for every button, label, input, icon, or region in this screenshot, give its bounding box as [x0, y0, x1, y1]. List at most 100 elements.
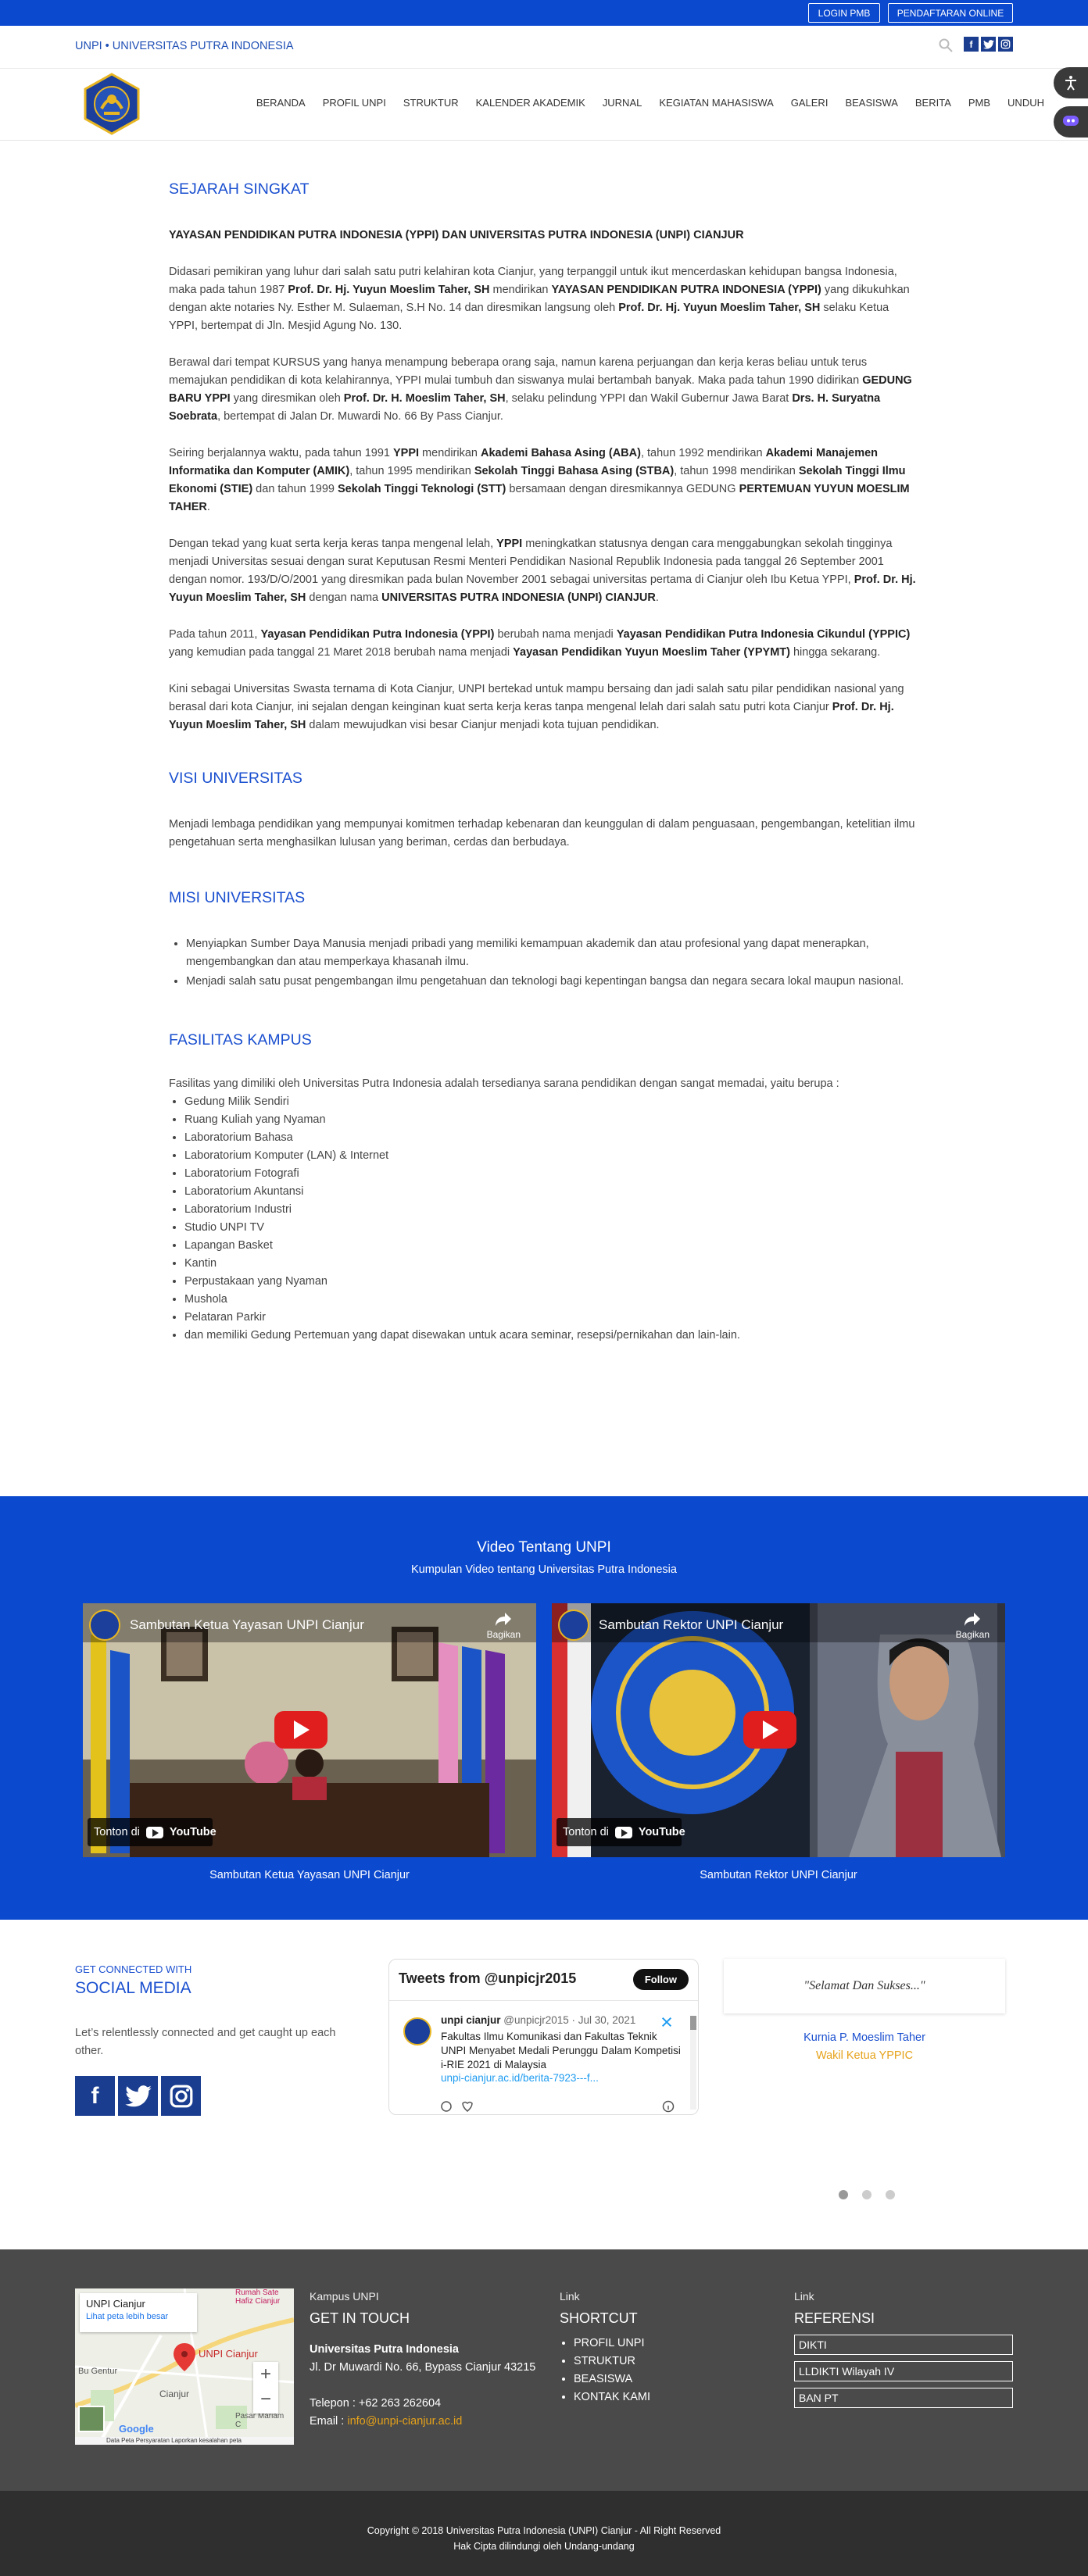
- nav-item[interactable]: STRUKTUR: [403, 97, 459, 109]
- watch-on-youtube[interactable]: Tonton di YouTube: [94, 1826, 217, 1838]
- carousel-dot[interactable]: [886, 2190, 895, 2199]
- video-section-subtitle: Kumpulan Video tentang Universitas Putra…: [411, 1563, 677, 1576]
- follow-button[interactable]: Follow: [632, 1969, 689, 1990]
- twitter-timeline-widget[interactable]: Tweets from @unpicjr2015 Follow unpi cia…: [388, 1959, 699, 2115]
- channel-avatar[interactable]: [558, 1610, 589, 1641]
- share-button[interactable]: Bagikan: [487, 1611, 521, 1640]
- nav-item[interactable]: GALERI: [791, 97, 829, 109]
- nav-item[interactable]: JURNAL: [603, 97, 642, 109]
- share-icon: [965, 1613, 981, 1626]
- social-media-heading: SOCIAL MEDIA: [75, 1979, 191, 1997]
- map-satellite-toggle[interactable]: [78, 2406, 105, 2432]
- footer-contact-heading: GET IN TOUCH: [310, 2310, 410, 2326]
- carousel-dot[interactable]: [862, 2190, 871, 2199]
- tweet-link[interactable]: unpi-cianjur.ac.id/berita-7923---f...: [441, 2072, 599, 2084]
- instagram-icon[interactable]: [161, 2076, 201, 2116]
- fasilitas-item: Perpustakaan yang Nyaman: [184, 1273, 919, 1291]
- nav-item[interactable]: KEGIATAN MAHASISWA: [659, 97, 773, 109]
- pendaftaran-online-button[interactable]: PENDAFTARAN ONLINE: [888, 3, 1013, 23]
- video-section-title: Video Tentang UNPI: [477, 1539, 611, 1556]
- google-map-embed[interactable]: UNPI Cianjur Lihat peta lebih besar UNPI…: [75, 2288, 294, 2445]
- map-pin-label: UNPI Cianjur: [199, 2348, 258, 2360]
- fasilitas-item: Laboratorium Industri: [184, 1201, 919, 1219]
- carousel-dot[interactable]: [839, 2190, 848, 2199]
- fasilitas-item: Gedung Milik Sendiri: [184, 1093, 919, 1111]
- chat-widget-button[interactable]: [1054, 106, 1088, 138]
- google-logo: Google: [119, 2423, 154, 2435]
- twitter-icon[interactable]: [981, 37, 996, 52]
- footer-email-link[interactable]: info@unpi-cianjur.ac.id: [347, 2415, 462, 2428]
- fasilitas-item: dan memiliki Gedung Pertemuan yang dapat…: [184, 1327, 919, 1345]
- info-icon[interactable]: [662, 2100, 675, 2113]
- footer-shortcut-link[interactable]: KONTAK KAMI: [574, 2388, 732, 2406]
- twitter-widget-header: Tweets from @unpicjr2015: [399, 1970, 577, 1986]
- twitter-bird-icon: [661, 2017, 672, 2028]
- copyright-text: Copyright © 2018 Universitas Putra Indon…: [367, 2525, 721, 2536]
- get-connected-label: GET CONNECTED WITH: [75, 1963, 192, 1975]
- nav-item[interactable]: BERITA: [915, 97, 951, 109]
- tweet-author[interactable]: unpi cianjur: [441, 2014, 501, 2026]
- search-icon[interactable]: [938, 38, 954, 53]
- footer-ref-heading: REFERENSI: [794, 2310, 875, 2326]
- video-player-rektor[interactable]: Sambutan Rektor UNPI Cianjur Bagikan Ton…: [552, 1603, 1005, 1857]
- testimonial-role: Wakil Ketua YPPIC: [815, 2049, 914, 2062]
- nav-item[interactable]: BEASISWA: [845, 97, 897, 109]
- map-attribution[interactable]: Data Peta Persyaratan Laporkan kesalahan…: [106, 2437, 242, 2444]
- zoom-out-button[interactable]: −: [253, 2387, 278, 2412]
- footer-shortcut-heading: SHORTCUT: [560, 2310, 638, 2326]
- login-pmb-button[interactable]: LOGIN PMB: [808, 3, 880, 23]
- footer-ref-link[interactable]: LLDIKTI Wilayah IV: [794, 2361, 1013, 2381]
- footer-ref-link[interactable]: DIKTI: [794, 2335, 1013, 2355]
- channel-avatar[interactable]: [89, 1610, 120, 1641]
- unpi-logo[interactable]: [81, 73, 143, 135]
- zoom-in-button[interactable]: +: [253, 2362, 278, 2387]
- footer-org: Universitas Putra Indonesia: [310, 2343, 459, 2356]
- video-player-ketua[interactable]: Sambutan Ketua Yayasan UNPI Cianjur Bagi…: [83, 1603, 536, 1857]
- testimonial-name: Kurnia P. Moeslim Taher: [803, 2031, 925, 2044]
- social-section: GET CONNECTED WITH SOCIAL MEDIA Let’s re…: [0, 1920, 1088, 2249]
- tweet-text: Fakultas Ilmu Komunikasi dan Fakultas Te…: [441, 2031, 681, 2070]
- nav-item[interactable]: PROFIL UNPI: [323, 97, 386, 109]
- map-larger-link[interactable]: Lihat peta lebih besar: [86, 2312, 168, 2321]
- fasilitas-item: Lapangan Basket: [184, 1237, 919, 1255]
- fasilitas-item: Laboratorium Akuntansi: [184, 1183, 919, 1201]
- misi-item: Menjadi salah satu pusat pengembangan il…: [186, 973, 919, 991]
- video-title[interactable]: Sambutan Ketua Yayasan UNPI Cianjur: [130, 1617, 364, 1633]
- video-thumbnail: [552, 1603, 1005, 1857]
- main-content: SEJARAH SINGKAT YAYASAN PENDIDIKAN PUTRA…: [169, 141, 919, 1360]
- footer-referensi: Link REFERENSI DIKTI LLDIKTI Wilayah IV BA…: [794, 2290, 1021, 2414]
- brand-bar: UNPI • UNIVERSITAS PUTRA INDONESIA f: [0, 26, 1088, 69]
- tweet-actions[interactable]: [441, 2100, 488, 2113]
- share-label: Bagikan: [486, 1629, 521, 1640]
- footer-shortcut-link[interactable]: BEASISWA: [574, 2371, 732, 2388]
- map-city-label: Cianjur: [159, 2388, 190, 2399]
- accessibility-button[interactable]: [1054, 67, 1088, 98]
- twitter-icon[interactable]: [118, 2076, 158, 2116]
- footer-shortcut-link[interactable]: STRUKTUR: [574, 2353, 732, 2371]
- tweet-scrollbar[interactable]: [690, 2016, 696, 2110]
- accessibility-icon: [1065, 76, 1076, 91]
- footer-shortcut-link[interactable]: PROFIL UNPI: [574, 2335, 732, 2353]
- nav-item[interactable]: KALENDER AKADEMIK: [476, 97, 585, 109]
- misi-item: Menyiapkan Sumber Daya Manusia menjadi p…: [186, 935, 919, 971]
- share-label: Bagikan: [955, 1629, 990, 1640]
- fasilitas-item: Ruang Kuliah yang Nyaman: [184, 1111, 919, 1129]
- nav-item[interactable]: PMB: [968, 97, 990, 109]
- top-bar: LOGIN PMB PENDAFTARAN ONLINE: [0, 0, 1088, 26]
- footer-ref-link[interactable]: BAN PT: [794, 2388, 1013, 2408]
- share-button[interactable]: Bagikan: [956, 1611, 990, 1640]
- map-place-label: Bu Gentur: [78, 2367, 118, 2376]
- brand-text[interactable]: UNPI • UNIVERSITAS PUTRA INDONESIA: [75, 40, 294, 52]
- facebook-icon[interactable]: f: [75, 2076, 115, 2116]
- video-title[interactable]: Sambutan Rektor UNPI Cianjur: [599, 1617, 783, 1633]
- instagram-icon[interactable]: [998, 37, 1013, 52]
- fasilitas-item: Kantin: [184, 1255, 919, 1273]
- nav-item[interactable]: UNDUH: [1007, 97, 1044, 109]
- facebook-icon[interactable]: f: [964, 37, 979, 52]
- avatar[interactable]: [403, 2017, 431, 2045]
- fasilitas-item: Laboratorium Fotografi: [184, 1165, 919, 1183]
- fasilitas-heading: FASILITAS KAMPUS: [169, 1031, 312, 1049]
- watch-on-youtube[interactable]: Tonton di YouTube: [563, 1826, 685, 1838]
- map-zoom-controls[interactable]: + −: [253, 2362, 278, 2413]
- nav-item[interactable]: BERANDA: [256, 97, 306, 109]
